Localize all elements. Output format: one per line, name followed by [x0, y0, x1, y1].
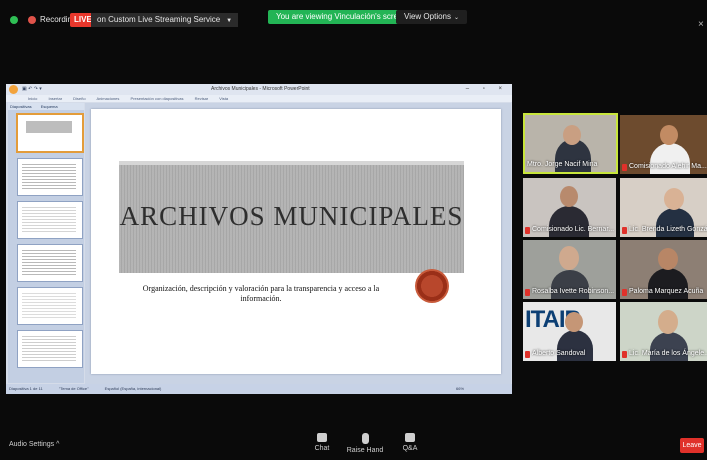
- participant-video-tile[interactable]: Comisionado Lic. Bernar...: [523, 178, 616, 237]
- status-language: Español (España, internacional): [104, 386, 162, 391]
- tab-diapositivas[interactable]: Diapositivas: [10, 104, 32, 109]
- slide-subtitle: Organización, descripción y valoración p…: [142, 284, 380, 303]
- security-shield-icon[interactable]: [10, 16, 18, 24]
- slide-editing-area: ARCHIVOS MUNICIPALES Organización, descr…: [85, 103, 511, 384]
- slide-thumbnail-panel: Diapositivas Esquema: [8, 103, 84, 383]
- muted-mic-icon: [525, 351, 530, 358]
- ribbon-tab-vista[interactable]: Vista: [219, 96, 228, 101]
- chevron-down-icon: ⌄: [454, 15, 460, 21]
- zoom-level[interactable]: 66%: [456, 384, 464, 394]
- participant-head: [565, 312, 583, 332]
- muted-mic-icon: [525, 227, 530, 234]
- viewing-screen-banner: You are viewing Vinculación's screen: [268, 10, 415, 24]
- ppt-window-title: Archivos Municipales - Microsoft PowerPo…: [211, 86, 310, 92]
- participant-video-tile[interactable]: Mtro. Jorge Nacif Mina: [523, 113, 618, 174]
- slide-thumbnail[interactable]: [16, 113, 84, 153]
- ribbon-tab-presentacion[interactable]: Presentación con diapositivas: [131, 96, 184, 101]
- participant-video-tile[interactable]: Lic. Brenda Lizeth Gonzá...: [620, 178, 707, 237]
- participant-video-tile[interactable]: ITAIP Alberto Sandoval: [523, 302, 616, 361]
- raise-hand-icon: [361, 433, 369, 444]
- participant-head: [658, 310, 678, 334]
- participant-name: Paloma Marquez Acuña: [629, 288, 704, 295]
- participant-name: Mtro. Jorge Nacif Mina: [527, 161, 598, 168]
- raise-hand-button[interactable]: Raise Hand: [345, 433, 385, 454]
- ribbon-tab-inicio[interactable]: Inicio: [28, 96, 37, 101]
- slide-thumbnail[interactable]: [17, 330, 83, 368]
- slide-thumbnail[interactable]: [17, 201, 83, 239]
- participant-head: [658, 248, 678, 270]
- ppt-ribbon-tabs: Inicio Insertar Diseño Animaciones Prese…: [6, 95, 512, 102]
- ribbon-tab-revisar[interactable]: Revisar: [195, 96, 209, 101]
- participant-video-tile[interactable]: Paloma Marquez Acuña: [620, 240, 707, 299]
- participant-name: Rosalba Ivette Robinson...: [532, 288, 615, 295]
- slide-thumbnail[interactable]: [17, 244, 83, 282]
- view-options-button[interactable]: View Options ⌄: [396, 10, 468, 24]
- participant-head: [664, 188, 684, 210]
- participant-head: [563, 125, 581, 145]
- view-options-label: View Options: [404, 12, 451, 21]
- live-service-label: on Custom Live Streaming Service: [97, 15, 221, 24]
- participant-video-tile[interactable]: Comisionado Alehir Ma...: [620, 115, 707, 174]
- status-theme: "Tema de Office": [58, 386, 89, 391]
- chevron-down-icon: ▼: [226, 18, 233, 24]
- participant-head: [660, 125, 678, 145]
- qa-label: Q&A: [402, 445, 418, 452]
- ppt-titlebar: ▣ ↶ ↷ ▾ Archivos Municipales - Microsoft…: [6, 84, 512, 95]
- ribbon-tab-animaciones[interactable]: Animaciones: [97, 96, 120, 101]
- muted-mic-icon: [622, 289, 627, 296]
- close-icon[interactable]: ×: [698, 20, 704, 30]
- participant-name: Alberto Sandoval: [532, 350, 586, 357]
- ppt-status-bar: Diapositiva 1 de 11 "Tema de Office" Esp…: [6, 384, 512, 394]
- slide-thumbnail[interactable]: [17, 287, 83, 325]
- window-controls[interactable]: – ▫ ×: [466, 84, 508, 95]
- leave-button[interactable]: Leave: [680, 438, 704, 453]
- thumbnail-tabs: Diapositivas Esquema: [8, 103, 84, 110]
- chat-button[interactable]: Chat: [302, 433, 342, 452]
- audio-settings-button[interactable]: Audio Settings ^: [9, 441, 59, 448]
- muted-mic-icon: [525, 289, 530, 296]
- live-service-dropdown[interactable]: on Custom Live Streaming Service ▼: [91, 13, 239, 27]
- chat-icon: [317, 433, 327, 442]
- participant-name: Comisionado Alehir Ma...: [629, 163, 707, 170]
- tab-esquema[interactable]: Esquema: [41, 104, 58, 109]
- ribbon-tab-insertar[interactable]: Insertar: [48, 96, 62, 101]
- participant-name: Lic. Brenda Lizeth Gonzá...: [629, 226, 707, 233]
- participant-head: [559, 246, 579, 270]
- current-slide: ARCHIVOS MUNICIPALES Organización, descr…: [91, 109, 501, 374]
- slide-thumbnail[interactable]: [17, 158, 83, 196]
- shared-screen-powerpoint: ▣ ↶ ↷ ▾ Archivos Municipales - Microsoft…: [6, 84, 512, 394]
- participant-video-tile[interactable]: Rosalba Ivette Robinson...: [523, 240, 616, 299]
- slide-title: ARCHIVOS MUNICIPALES: [119, 201, 464, 231]
- status-slide-count: Diapositiva 1 de 11: [9, 386, 43, 391]
- muted-mic-icon: [622, 164, 627, 171]
- muted-mic-icon: [622, 227, 627, 234]
- participant-head: [560, 186, 578, 207]
- participant-video-tile[interactable]: Lic. María de los Ángele...: [620, 302, 707, 361]
- ribbon-tab-diseno[interactable]: Diseño: [73, 96, 85, 101]
- participant-name: Lic. María de los Ángele...: [629, 350, 707, 357]
- recording-icon: [28, 16, 36, 24]
- participant-name: Comisionado Lic. Bernar...: [532, 226, 615, 233]
- quick-access-toolbar[interactable]: ▣ ↶ ↷ ▾: [22, 84, 42, 95]
- office-button-icon[interactable]: [9, 85, 18, 94]
- muted-mic-icon: [622, 351, 627, 358]
- qa-button[interactable]: Q&A: [390, 433, 430, 452]
- zoom-meeting-window: Recording LIVE on Custom Live Streaming …: [0, 0, 707, 460]
- qa-icon: [405, 433, 415, 442]
- seal-logo-icon: [415, 269, 449, 303]
- chat-label: Chat: [314, 445, 330, 452]
- raise-hand-label: Raise Hand: [346, 447, 384, 454]
